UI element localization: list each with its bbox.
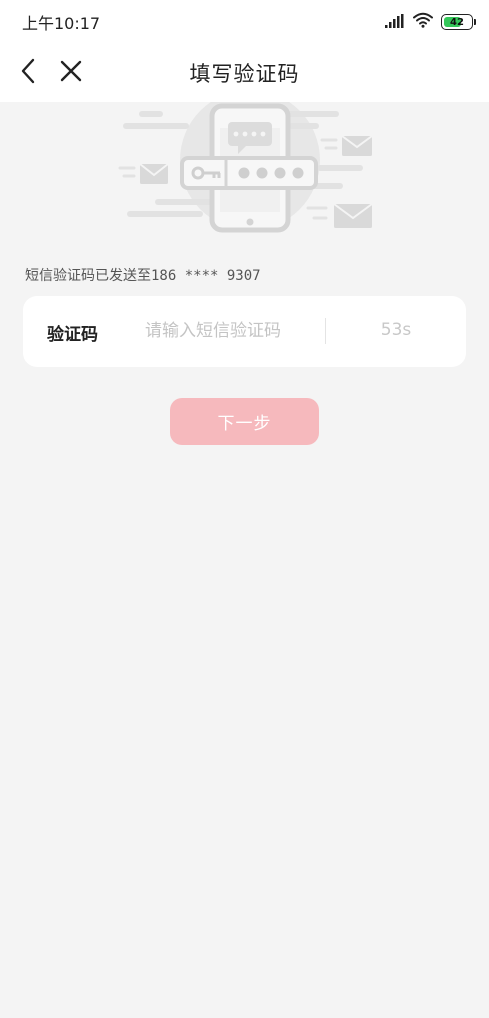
status-bar: 上午10:17 42 bbox=[0, 0, 489, 44]
nav-bar: 填写验证码 bbox=[0, 44, 489, 102]
masked-phone-number: 186 **** 9307 bbox=[151, 268, 261, 284]
resend-countdown[interactable]: 53s bbox=[326, 320, 466, 340]
next-step-button[interactable]: 下一步 bbox=[170, 398, 319, 445]
verification-code-card: 验证码 53s bbox=[23, 296, 466, 367]
battery-icon: 42 bbox=[441, 14, 476, 30]
status-time: 上午10:17 bbox=[22, 14, 101, 33]
battery-level: 42 bbox=[450, 16, 464, 28]
sms-sent-notice: 短信验证码已发送至186 **** 9307 bbox=[25, 265, 261, 285]
wifi-icon bbox=[413, 12, 433, 32]
code-field-label: 验证码 bbox=[47, 325, 98, 345]
sms-sent-label: 短信验证码已发送至 bbox=[25, 268, 151, 284]
page-title: 填写验证码 bbox=[189, 62, 300, 86]
signal-icon bbox=[385, 13, 405, 32]
status-icons: 42 bbox=[385, 12, 476, 32]
verification-code-input[interactable] bbox=[145, 312, 325, 350]
verification-illustration bbox=[0, 90, 489, 237]
